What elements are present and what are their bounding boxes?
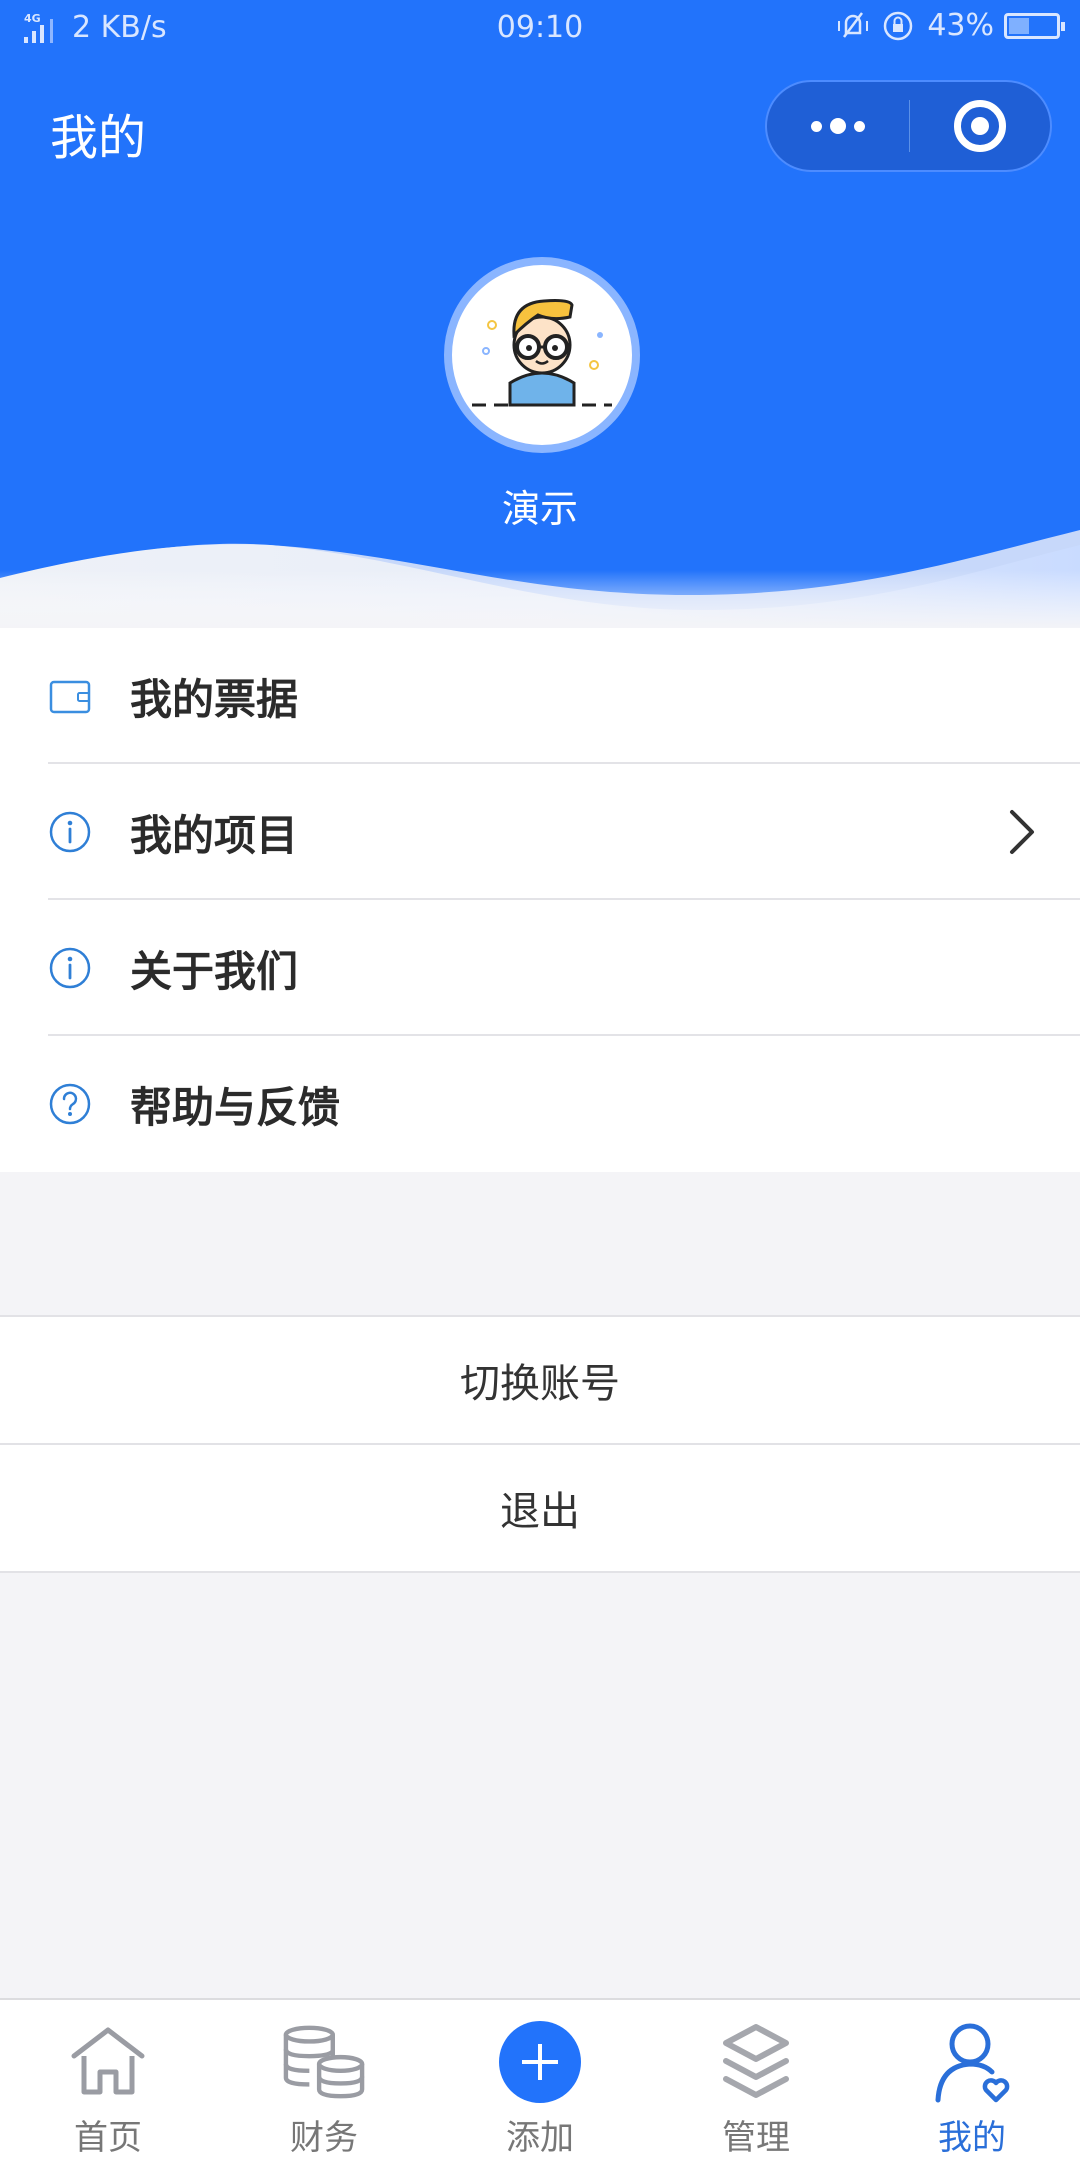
username: 演示	[501, 487, 578, 531]
tab-label: 首页	[74, 2118, 142, 2158]
menu-item-about-us[interactable]: 关于我们	[0, 900, 1080, 1036]
user-heart-icon	[935, 2023, 1010, 2103]
add-icon	[499, 2021, 581, 2103]
battery-percent: 43%	[927, 8, 994, 43]
menu-item-label: 帮助与反馈	[130, 1082, 341, 1132]
tab-label: 添加	[506, 2118, 574, 2158]
more-button[interactable]	[767, 82, 909, 170]
status-bar: 4G 2 KB/s 09:10 43%	[0, 0, 1080, 60]
info-icon	[49, 947, 91, 989]
menu-item-label: 我的项目	[130, 810, 299, 860]
menu-item-my-receipts[interactable]: 我的票据	[0, 628, 1080, 764]
page-title: 我的	[50, 110, 147, 166]
more-icon-dot	[854, 120, 865, 132]
close-button[interactable]	[910, 82, 1050, 170]
menu-item-label: 关于我们	[130, 946, 299, 996]
battery-icon	[1004, 12, 1065, 39]
menu-item-label: 我的票据	[130, 674, 299, 724]
tab-bar: 首页 财务 添加 管理 我的	[0, 1998, 1080, 2160]
tab-finance[interactable]: 财务	[216, 2000, 432, 2160]
more-icon-dot	[830, 118, 846, 134]
home-icon	[71, 2027, 145, 2095]
switch-account-button[interactable]: 切换账号	[0, 1315, 1080, 1443]
menu-item-help-feedback[interactable]: 帮助与反馈	[0, 1036, 1080, 1172]
avatar[interactable]	[444, 257, 640, 453]
layers-icon	[723, 2024, 789, 2098]
rotation-lock-icon	[884, 11, 913, 40]
vibrate-mute-icon	[838, 11, 869, 38]
cartoon-boy-avatar	[472, 299, 612, 407]
help-icon	[49, 1083, 91, 1125]
more-icon	[811, 120, 822, 132]
coins-icon	[283, 2025, 365, 2099]
tab-label: 财务	[290, 2118, 358, 2158]
tab-label: 管理	[722, 2118, 790, 2158]
info-icon	[49, 811, 91, 853]
logout-button[interactable]: 退出	[0, 1443, 1080, 1573]
menu-list: 我的票据 我的项目 关于我们 帮助与反馈	[0, 628, 1080, 1172]
tab-home[interactable]: 首页	[0, 2000, 216, 2160]
wallet-icon	[49, 680, 91, 714]
miniprogram-capsule	[765, 80, 1052, 172]
chevron-right-icon	[1010, 810, 1034, 854]
tab-manage[interactable]: 管理	[648, 2000, 864, 2160]
menu-item-my-projects[interactable]: 我的项目	[0, 764, 1080, 900]
close-miniprogram-icon	[954, 100, 1006, 152]
tab-mine[interactable]: 我的	[864, 2000, 1080, 2160]
tab-label: 我的	[938, 2118, 1006, 2158]
tab-add[interactable]: 添加	[432, 2000, 648, 2160]
battery-level	[1009, 17, 1029, 34]
